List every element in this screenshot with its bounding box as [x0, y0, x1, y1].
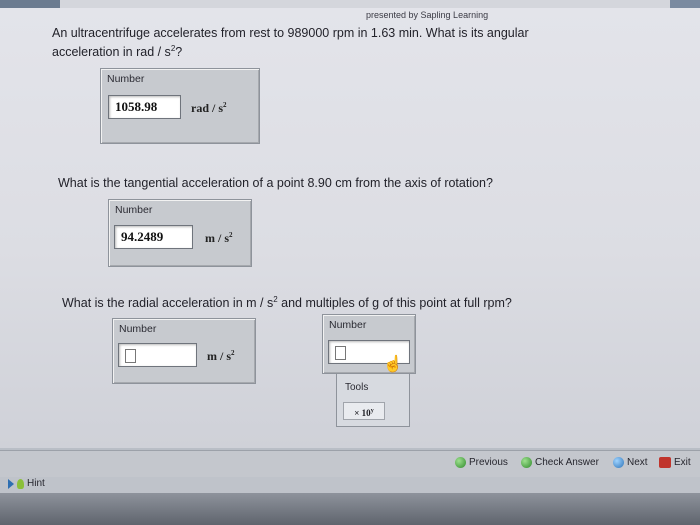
unit-2-sup: 2: [229, 231, 233, 239]
exit-icon: [659, 457, 671, 468]
number-label-3: Number: [119, 323, 157, 335]
next-arrow-icon: [613, 457, 624, 468]
previous-arrow-icon: [455, 457, 466, 468]
expand-triangle-icon: [8, 478, 14, 489]
previous-button[interactable]: Previous: [455, 457, 508, 468]
question-1-line-1: An ultracentrifuge accelerates from rest…: [52, 26, 529, 40]
question-1-line-2-end: ?: [175, 45, 183, 60]
check-answer-button[interactable]: Check Answer: [521, 457, 599, 468]
credit-text: presented by Sapling Learning: [366, 10, 489, 20]
answer-box-1: Number 1058.98 rad / s2: [100, 68, 260, 144]
unit-label-2: m / s2: [205, 231, 233, 246]
next-label: Next: [627, 457, 648, 468]
screen-bottom-edge: [0, 493, 700, 525]
question-3-end: and multiples of g of this point at full…: [277, 296, 512, 311]
question-1-line-2-main: acceleration in rad / s: [52, 45, 171, 60]
tools-panel: Tools × 10y: [336, 373, 410, 427]
sci-notation-sup: y: [370, 408, 374, 414]
navigation-bar: Previous Check Answer Next Exit: [0, 450, 700, 478]
answer-input-3[interactable]: [118, 343, 197, 367]
question-page: presented by Sapling Learning An ultrace…: [0, 8, 700, 448]
scientific-notation-button[interactable]: × 10y: [343, 402, 385, 420]
check-icon: [521, 457, 532, 468]
number-label-1: Number: [107, 73, 145, 85]
check-answer-label: Check Answer: [535, 457, 599, 468]
exit-button[interactable]: Exit: [659, 457, 691, 468]
sci-notation-main: × 10: [354, 408, 371, 418]
unit-3-main: m / s: [207, 349, 231, 363]
question-1-text: An ultracentrifuge accelerates from rest…: [52, 26, 529, 60]
unit-2-main: m / s: [205, 231, 229, 245]
question-3-text: What is the radial acceleration in m / s…: [62, 292, 512, 311]
unit-1-sup: 2: [223, 101, 227, 109]
hint-bar: Hint: [0, 477, 700, 493]
answer-box-3: Number m / s2: [112, 318, 256, 384]
tools-label: Tools: [345, 382, 369, 393]
hint-label: Hint: [27, 478, 45, 489]
lightbulb-icon: [17, 478, 24, 489]
unit-label-3: m / s2: [207, 349, 235, 364]
question-2-text: What is the tangential acceleration of a…: [58, 176, 493, 190]
previous-label: Previous: [469, 457, 508, 468]
question-3-main: What is the radial acceleration in m / s: [62, 296, 274, 311]
answer-input-1[interactable]: 1058.98: [108, 95, 181, 119]
hint-toggle[interactable]: Hint: [8, 478, 45, 489]
hand-pointer-icon: ☝: [383, 356, 403, 373]
number-label-4: Number: [329, 319, 367, 331]
text-cursor-icon: [125, 349, 136, 364]
question-1-line-2: acceleration in rad / s2?: [52, 41, 529, 60]
answer-input-2[interactable]: 94.2489: [114, 225, 193, 249]
text-cursor-icon: [335, 346, 346, 361]
answer-box-2: Number 94.2489 m / s2: [108, 199, 252, 267]
unit-label-1: rad / s2: [191, 101, 227, 116]
number-label-2: Number: [115, 204, 153, 216]
next-button[interactable]: Next: [613, 457, 648, 468]
top-bar-accent: [0, 0, 60, 8]
unit-1-main: rad / s: [191, 101, 224, 115]
unit-3-sup: 2: [231, 349, 235, 357]
exit-label: Exit: [674, 457, 691, 468]
